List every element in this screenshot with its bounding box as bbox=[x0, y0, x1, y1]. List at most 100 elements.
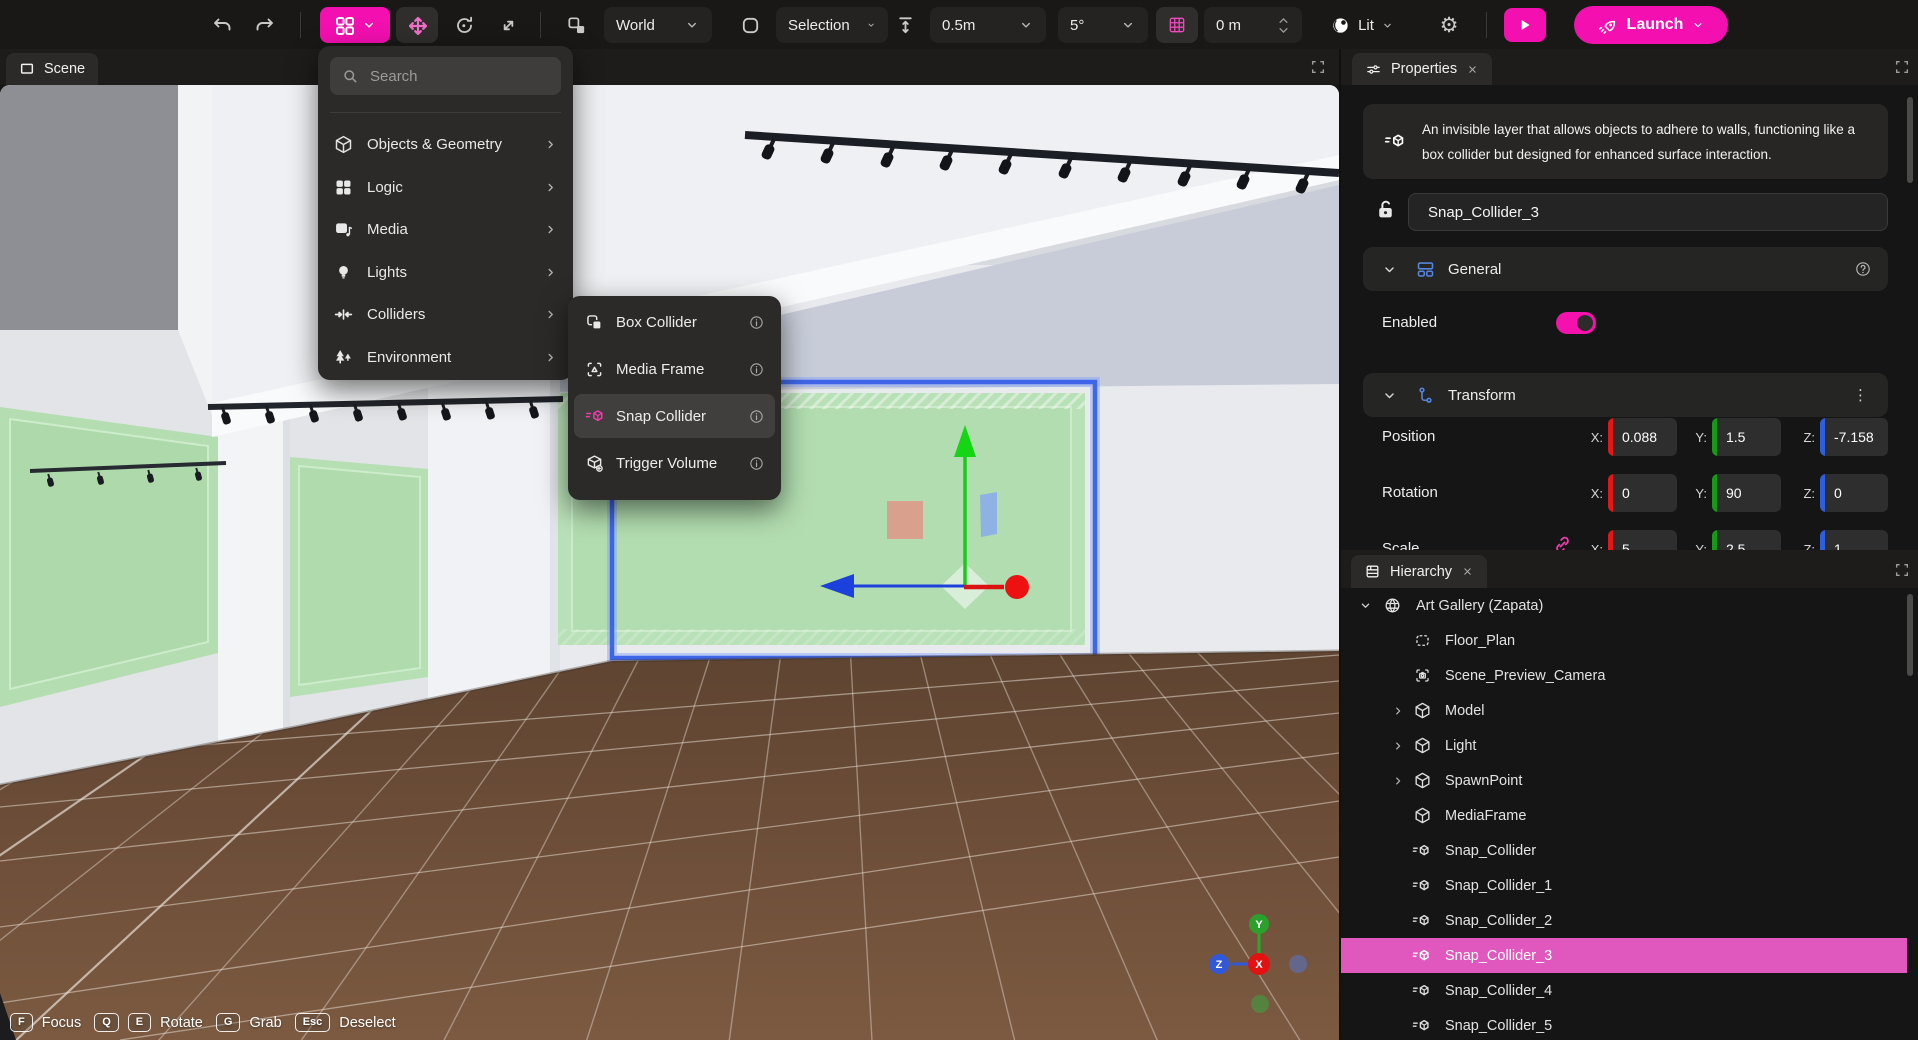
stepper-up-icon[interactable] bbox=[1277, 16, 1290, 25]
launch-button[interactable]: Launch bbox=[1574, 6, 1728, 44]
tree-item-snap-collider[interactable]: Snap_Collider bbox=[1341, 833, 1907, 868]
object-name-field[interactable]: Snap_Collider_3 bbox=[1408, 193, 1888, 231]
info-icon[interactable] bbox=[748, 408, 765, 425]
tree-item-art-gallery[interactable]: Art Gallery (Zapata) bbox=[1341, 588, 1907, 623]
chevron-right-icon[interactable] bbox=[1391, 774, 1405, 788]
help-icon[interactable] bbox=[1854, 260, 1872, 278]
enabled-toggle[interactable] bbox=[1556, 312, 1596, 334]
submenu-item-media-frame[interactable]: Media Frame bbox=[574, 346, 775, 393]
tab-scene[interactable]: Scene bbox=[6, 53, 98, 85]
tree-item-snap-collider-3[interactable]: Snap_Collider_3 bbox=[1341, 938, 1907, 973]
angle-step-dropdown[interactable]: 5° bbox=[1058, 7, 1148, 43]
world-space-dropdown[interactable]: World bbox=[604, 7, 712, 43]
redo-button[interactable] bbox=[248, 8, 282, 42]
chevron-right-icon bbox=[543, 222, 558, 237]
media-frame-icon bbox=[584, 359, 605, 380]
add-object-button[interactable] bbox=[320, 7, 390, 43]
menu-item-environment[interactable]: Environment bbox=[324, 336, 567, 378]
position-label: Position bbox=[1382, 428, 1435, 445]
grid-toggle-button[interactable] bbox=[1156, 7, 1198, 43]
chevron-down-icon bbox=[684, 17, 700, 33]
close-icon[interactable] bbox=[1461, 565, 1474, 578]
menu-divider bbox=[330, 112, 561, 113]
tree-item-snap-collider-1[interactable]: Snap_Collider_1 bbox=[1341, 868, 1907, 903]
expand-icon[interactable] bbox=[1310, 59, 1326, 75]
lock-icon[interactable] bbox=[1373, 197, 1398, 222]
menu-item-lights[interactable]: Lights bbox=[324, 251, 567, 293]
stepper-down-icon[interactable] bbox=[1277, 26, 1290, 35]
menu-item-objects-geometry[interactable]: Objects & Geometry bbox=[324, 123, 567, 165]
tree-item-snap-collider-4[interactable]: Snap_Collider_4 bbox=[1341, 973, 1907, 1008]
tree-item-spawnpoint[interactable]: SpawnPoint bbox=[1341, 763, 1907, 798]
info-icon[interactable] bbox=[748, 455, 765, 472]
surface-snap-button[interactable] bbox=[888, 8, 922, 42]
tree-item-light[interactable]: Light bbox=[1341, 728, 1907, 763]
expand-icon[interactable] bbox=[1894, 59, 1910, 75]
rotation-x-field[interactable]: 0 bbox=[1608, 474, 1677, 512]
tree-item-snap-collider-2[interactable]: Snap_Collider_2 bbox=[1341, 903, 1907, 938]
rotation-y-field[interactable]: 90 bbox=[1712, 474, 1781, 512]
copy-transform-button[interactable] bbox=[558, 8, 594, 42]
gizmo-plane-handle-blue[interactable] bbox=[980, 492, 997, 537]
scale-y-field[interactable]: 2.5 bbox=[1712, 530, 1781, 550]
scale-x-field[interactable]: 5 bbox=[1608, 530, 1677, 550]
shading-mode-dropdown[interactable]: Lit bbox=[1324, 8, 1400, 42]
menu-item-logic[interactable]: Logic bbox=[324, 166, 567, 208]
rotation-z-field[interactable]: 0 bbox=[1820, 474, 1888, 512]
rotate-tool-button[interactable] bbox=[446, 8, 482, 42]
properties-scrollbar[interactable] bbox=[1907, 97, 1913, 183]
submenu-item-box-collider[interactable]: Box Collider bbox=[574, 299, 775, 346]
grid-step-dropdown[interactable]: 0.5m bbox=[930, 7, 1046, 43]
height-offset-stepper[interactable]: 0 m bbox=[1204, 7, 1302, 43]
submenu-item-snap-collider[interactable]: Snap Collider bbox=[574, 394, 775, 438]
viewport-canvas[interactable]: Y Z X F Focus Q E Rotate G Grab Esc Dese… bbox=[0, 85, 1339, 1040]
transform-section-header[interactable]: Transform ⋮ bbox=[1363, 373, 1888, 417]
tree-item-scene-preview-camera[interactable]: Scene_Preview_Camera bbox=[1341, 658, 1907, 693]
tree-item-floor-plan[interactable]: Floor_Plan bbox=[1341, 623, 1907, 658]
info-icon[interactable] bbox=[748, 314, 765, 331]
frame-selection-button[interactable] bbox=[732, 8, 768, 42]
expand-icon[interactable] bbox=[1894, 562, 1910, 578]
hierarchy-scrollbar[interactable] bbox=[1907, 594, 1913, 676]
chevron-right-icon[interactable] bbox=[1391, 739, 1405, 753]
pivot-mode-dropdown[interactable]: Selection bbox=[776, 7, 888, 43]
tree-item-model[interactable]: Model bbox=[1341, 693, 1907, 728]
play-button[interactable] bbox=[1504, 8, 1546, 42]
properties-tabbar: Properties bbox=[1341, 49, 1918, 85]
scale-icon bbox=[497, 14, 520, 37]
tab-hierarchy[interactable]: Hierarchy bbox=[1351, 555, 1487, 588]
position-y-field[interactable]: 1.5 bbox=[1712, 418, 1781, 456]
tab-properties[interactable]: Properties bbox=[1352, 53, 1492, 85]
menu-item-media[interactable]: Media bbox=[324, 208, 567, 250]
gizmo-x-handle[interactable] bbox=[1005, 575, 1029, 599]
scale-tool-button[interactable] bbox=[490, 8, 526, 42]
chevron-down-icon[interactable] bbox=[1381, 261, 1398, 278]
general-section-header[interactable]: General bbox=[1363, 247, 1888, 291]
kebab-menu-icon[interactable]: ⋮ bbox=[1853, 393, 1868, 398]
position-x-field[interactable]: 0.088 bbox=[1608, 418, 1677, 456]
tree-item-mediaframe[interactable]: MediaFrame bbox=[1341, 798, 1907, 833]
move-tool-button[interactable] bbox=[396, 7, 438, 43]
axis-neg-y-ball[interactable] bbox=[1251, 995, 1269, 1013]
chevron-down-icon[interactable] bbox=[1358, 598, 1373, 613]
close-icon[interactable] bbox=[1466, 63, 1479, 76]
chevron-right-icon[interactable] bbox=[1391, 704, 1405, 718]
menu-item-colliders[interactable]: Colliders bbox=[324, 293, 567, 335]
link-scale-icon[interactable] bbox=[1552, 534, 1573, 550]
keyboard-hints: F Focus Q E Rotate G Grab Esc Deselect bbox=[10, 1013, 400, 1032]
submenu-item-trigger-volume[interactable]: Trigger Volume bbox=[574, 440, 775, 487]
hierarchy-icon bbox=[1364, 563, 1381, 580]
toggle-knob bbox=[1577, 315, 1593, 331]
gizmo-plane-handle-red[interactable] bbox=[887, 501, 923, 539]
hierarchy-body: Art Gallery (Zapata) Floor_Plan Scene_Pr… bbox=[1341, 588, 1918, 1040]
position-z-field[interactable]: -7.158 bbox=[1820, 418, 1888, 456]
undo-button[interactable] bbox=[205, 8, 239, 42]
search-input[interactable] bbox=[368, 67, 532, 86]
chevron-down-icon[interactable] bbox=[1381, 387, 1398, 404]
search-box[interactable] bbox=[330, 57, 561, 95]
scale-z-field[interactable]: 1 bbox=[1820, 530, 1888, 550]
tree-item-snap-collider-5[interactable]: Snap_Collider_5 bbox=[1341, 1008, 1907, 1040]
info-icon[interactable] bbox=[748, 361, 765, 378]
axis-neg-z-ball[interactable] bbox=[1289, 955, 1307, 973]
settings-button[interactable]: ⚙ bbox=[1432, 8, 1466, 42]
